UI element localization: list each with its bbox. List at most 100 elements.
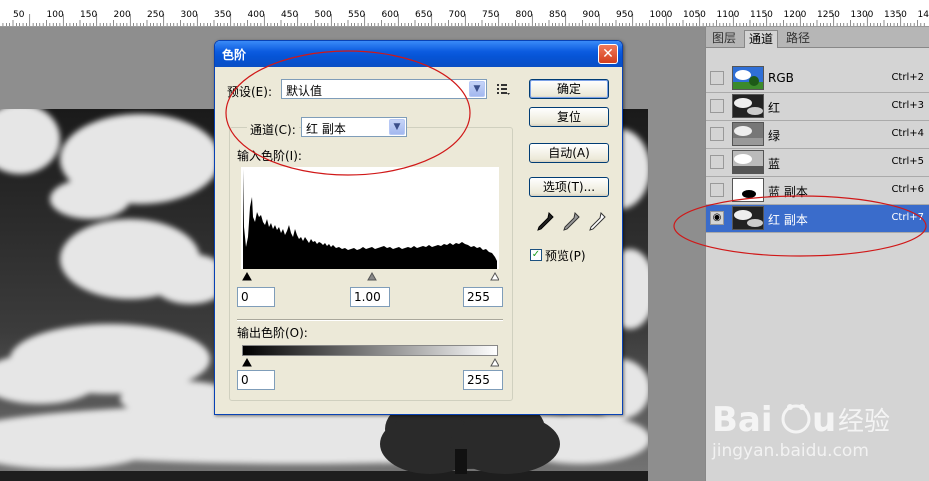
channel-row[interactable]: 红 Ctrl+3 [706, 93, 929, 121]
ruler-label: 1400 [917, 10, 929, 20]
panel-tabbar: 图层 通道 路径 [706, 27, 929, 48]
channel-name: 红 [768, 101, 781, 115]
svg-text:u: u [812, 400, 836, 440]
output-white-handle[interactable] [490, 357, 500, 367]
channel-row[interactable]: 蓝 副本 Ctrl+6 [706, 177, 929, 205]
ruler-label: 750 [482, 10, 500, 20]
visibility-eye-icon[interactable] [710, 127, 724, 141]
channel-thumbnail [732, 66, 764, 90]
input-white-handle[interactable] [490, 271, 500, 281]
list-icon [497, 84, 510, 95]
channel-row[interactable]: 蓝 Ctrl+5 [706, 149, 929, 177]
ruler-label: 950 [616, 10, 634, 20]
chevron-down-icon: ▼ [469, 81, 485, 97]
input-slider-track [242, 271, 500, 281]
ruler-label: 450 [281, 10, 299, 20]
output-white-field[interactable]: 255 [463, 370, 503, 390]
preset-select[interactable]: 默认值 ▼ [281, 79, 487, 99]
preview-label[interactable]: 预览(P) [545, 247, 586, 264]
ruler-label: 100 [46, 10, 64, 20]
ruler-label: 1050 [683, 10, 706, 20]
channel-name: 蓝 [768, 157, 781, 171]
levels-dialog: 色阶 ✕ 预设(E): 默认值 ▼ 通道(C): 红 副本 ▼ 输入色阶(I):… [214, 40, 623, 415]
close-button[interactable]: ✕ [598, 44, 618, 64]
channel-row[interactable]: ◉ 红 副本 Ctrl+7 [706, 205, 929, 233]
ruler-label: 550 [348, 10, 366, 20]
ruler-label: 300 [180, 10, 198, 20]
dialog-titlebar[interactable]: 色阶 ✕ [215, 41, 622, 67]
preset-menu-button[interactable] [495, 81, 511, 97]
channel-shortcut: Ctrl+7 [891, 212, 924, 223]
ruler-label: 50 [13, 10, 25, 20]
channel-shortcut: Ctrl+2 [891, 72, 924, 83]
ruler-label: 1150 [750, 10, 773, 20]
channel-shortcut: Ctrl+3 [891, 100, 924, 111]
ruler-label: 500 [314, 10, 332, 20]
output-black-field[interactable]: 0 [237, 370, 275, 390]
ruler-label: 900 [582, 10, 600, 20]
visibility-eye-icon[interactable] [710, 99, 724, 113]
ruler-label: 250 [147, 10, 165, 20]
output-black-handle[interactable] [242, 357, 252, 367]
output-levels-slider[interactable] [241, 356, 500, 367]
watermark-url: jingyan.baidu.com [712, 441, 869, 461]
ruler-label: 200 [113, 10, 131, 20]
channel-row[interactable]: 绿 Ctrl+4 [706, 121, 929, 149]
horizontal-ruler: 50 100 150 200 250 300 350 400 450 500 550 600 650 70… [0, 0, 929, 27]
options-button[interactable]: 选项(T)... [529, 177, 609, 197]
tab-layers[interactable]: 图层 [708, 30, 740, 47]
channel-row[interactable]: RGB Ctrl+2 [706, 65, 929, 93]
channel-name: 红 副本 [768, 213, 808, 227]
ruler-label: 150 [80, 10, 98, 20]
channel-name: 蓝 副本 [768, 185, 808, 199]
channel-thumbnail [732, 206, 764, 230]
input-levels-label: 输入色阶(I): [237, 149, 302, 163]
tab-channels[interactable]: 通道 [744, 30, 779, 48]
channel-select[interactable]: 红 副本 ▼ [301, 117, 407, 137]
auto-button[interactable]: 自动(A) [529, 143, 609, 163]
ruler-label: 850 [549, 10, 567, 20]
visibility-eye-icon[interactable] [710, 71, 724, 85]
channel-thumbnail [732, 178, 764, 202]
channel-value: 红 副本 [306, 122, 346, 136]
input-black-handle[interactable] [242, 271, 252, 281]
ok-button[interactable]: 确定 [529, 79, 609, 99]
tab-paths[interactable]: 路径 [782, 30, 814, 47]
svg-text:经验: 经验 [838, 407, 890, 437]
ruler-label: 1350 [884, 10, 907, 20]
channel-name: 绿 [768, 129, 781, 143]
channel-label: 通道(C): [247, 121, 299, 138]
ruler-label: 600 [381, 10, 399, 20]
check-icon: ✓ [531, 249, 541, 260]
ruler-label: 700 [448, 10, 466, 20]
channel-name: RGB [768, 71, 794, 85]
reset-button[interactable]: 复位 [529, 107, 609, 127]
white-eyedropper-button[interactable] [587, 211, 607, 233]
ruler-label: 350 [214, 10, 232, 20]
input-levels-slider[interactable] [241, 269, 500, 281]
ruler-label: 650 [415, 10, 433, 20]
channel-shortcut: Ctrl+4 [891, 128, 924, 139]
ruler-label: 800 [515, 10, 533, 20]
preview-checkbox[interactable]: ✓ [530, 249, 542, 261]
ruler-label: 1200 [783, 10, 807, 20]
histogram [241, 167, 499, 269]
close-icon: ✕ [602, 46, 614, 62]
channel-thumbnail [732, 94, 764, 118]
svg-text:Bai: Bai [712, 400, 773, 440]
visibility-eye-icon[interactable] [710, 183, 724, 197]
input-gamma-field[interactable]: 1.00 [350, 287, 390, 307]
chevron-down-icon: ▼ [389, 119, 405, 135]
ruler-label: 1250 [817, 10, 840, 20]
output-levels-label: 输出色阶(O): [237, 326, 308, 340]
visibility-eye-icon[interactable] [710, 155, 724, 169]
channel-thumbnail [732, 150, 764, 174]
visibility-eye-icon[interactable]: ◉ [710, 211, 724, 225]
gray-eyedropper-button[interactable] [561, 211, 581, 233]
preset-label: 预设(E): [227, 85, 272, 99]
input-black-field[interactable]: 0 [237, 287, 275, 307]
black-eyedropper-button[interactable] [535, 211, 555, 233]
input-white-field[interactable]: 255 [463, 287, 503, 307]
dialog-title: 色阶 [222, 48, 247, 62]
input-gamma-handle[interactable] [367, 271, 377, 281]
